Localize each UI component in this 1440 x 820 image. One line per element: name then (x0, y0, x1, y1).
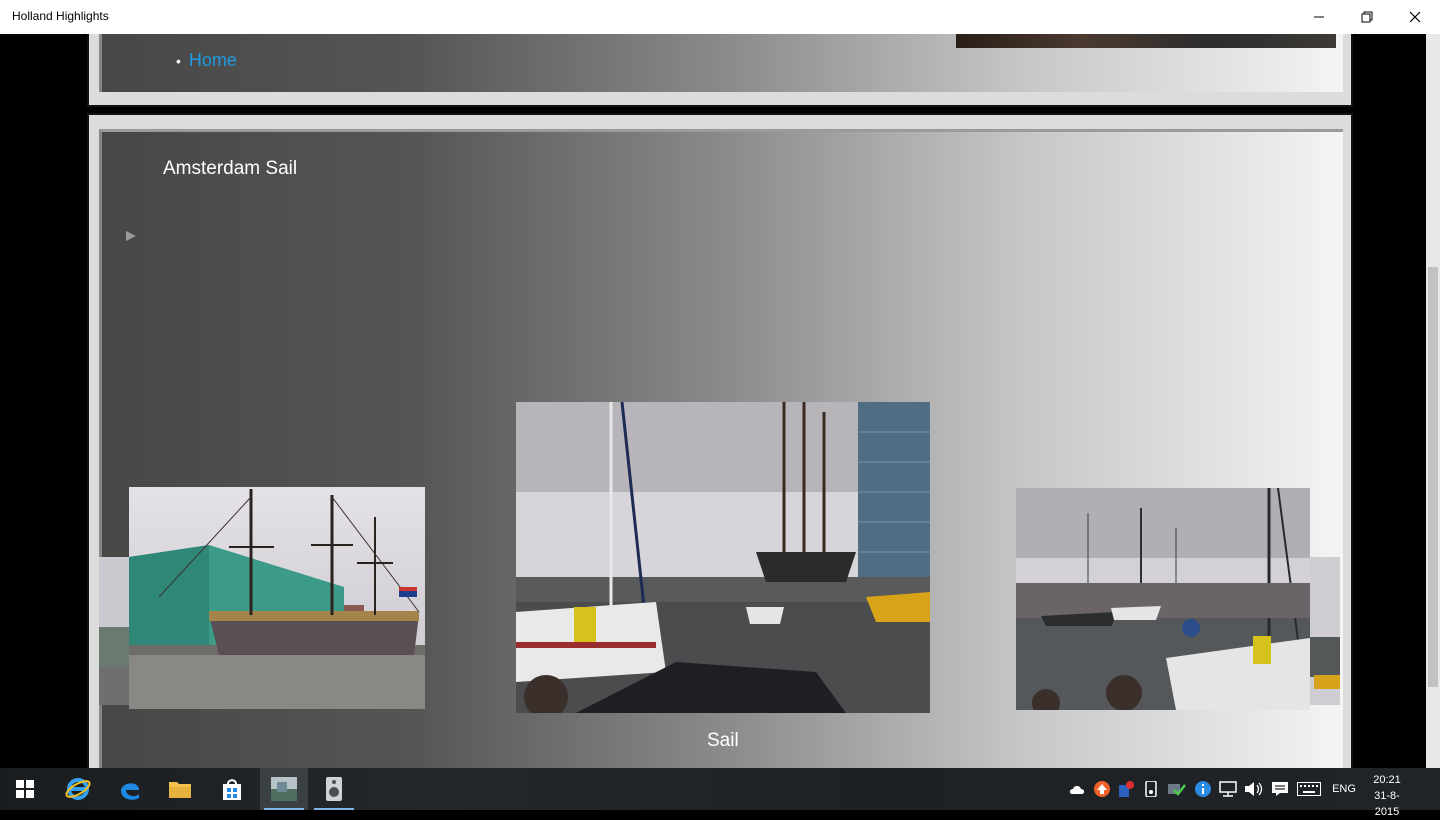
tray-security[interactable] (1115, 768, 1137, 810)
tray-network[interactable] (1216, 768, 1240, 810)
taskbar-internet-explorer[interactable] (54, 768, 102, 810)
upload-arrow-icon (1094, 781, 1110, 797)
vertical-scrollbar[interactable] (1426, 34, 1440, 768)
gallery-section: Amsterdam Sail Sail (87, 113, 1353, 768)
app-content: • Home Amsterdam Sail Sail (0, 34, 1440, 768)
windows-logo-icon (16, 780, 34, 798)
keyboard-icon (1297, 782, 1321, 796)
nav-section: • Home (87, 34, 1353, 107)
play-icon[interactable] (124, 229, 138, 243)
tray-onedrive[interactable] (1066, 768, 1088, 810)
check-shield-icon (1168, 784, 1186, 796)
device-icon (1145, 781, 1157, 797)
tray-keyboard[interactable] (1295, 768, 1323, 810)
close-icon (1409, 11, 1421, 23)
taskbar-holland-highlights-app[interactable] (260, 768, 308, 810)
tray-action-center[interactable] (1268, 768, 1292, 810)
cloud-icon (1069, 786, 1085, 794)
taskbar-clock[interactable]: 20:21 31-8-2015 (1362, 772, 1412, 820)
tray-update[interactable] (1091, 768, 1113, 810)
notifications-icon (1272, 782, 1288, 796)
header-photo (956, 34, 1336, 48)
speaker-app-icon (326, 777, 342, 801)
start-button[interactable] (1, 768, 49, 810)
tray-info[interactable] (1192, 768, 1214, 810)
nav-panel: • Home (99, 34, 1343, 92)
security-alert-icon (1119, 781, 1134, 797)
info-icon (1195, 781, 1211, 797)
taskbar-store[interactable] (208, 768, 256, 810)
clock-time: 20:21 (1373, 774, 1401, 786)
tray-checkmark[interactable] (1166, 768, 1188, 810)
clock-date: 31-8-2015 (1374, 790, 1400, 818)
taskbar-speaker-app[interactable] (310, 768, 358, 810)
restore-button[interactable] (1343, 0, 1391, 34)
minimize-button[interactable] (1295, 0, 1343, 34)
taskbar-edge[interactable] (106, 768, 154, 810)
taskbar: ENG 20:21 31-8-2015 (0, 768, 1440, 818)
edge-icon (121, 783, 139, 800)
folder-icon (169, 782, 191, 798)
photo-caption: Sail (707, 730, 739, 751)
title-bar: Holland Highlights (0, 0, 1440, 34)
gallery-photo-far-right[interactable] (1310, 557, 1340, 705)
close-button[interactable] (1391, 0, 1439, 34)
gallery-photo-far-left[interactable] (99, 557, 129, 705)
scrollbar-thumb[interactable] (1428, 267, 1438, 687)
window-title: Holland Highlights (12, 9, 109, 23)
restore-icon (1361, 11, 1373, 23)
gallery-panel: Amsterdam Sail Sail (99, 129, 1343, 768)
home-link[interactable]: Home (189, 50, 237, 71)
photos-app-icon (271, 777, 297, 801)
network-icon (1219, 781, 1237, 797)
nav-item-home: • Home (176, 50, 237, 71)
gallery-photo-left[interactable] (129, 487, 425, 709)
page: • Home Amsterdam Sail Sail (87, 34, 1353, 768)
gallery-photo-right[interactable] (1016, 488, 1310, 710)
volume-icon (1245, 782, 1263, 796)
bullet-icon: • (176, 52, 181, 69)
gallery-photo-center[interactable] (516, 402, 930, 713)
tray-volume[interactable] (1242, 768, 1266, 810)
internet-explorer-icon (65, 778, 91, 800)
section-title: Amsterdam Sail (163, 158, 298, 179)
taskbar-file-explorer[interactable] (156, 768, 204, 810)
tray-device[interactable] (1140, 768, 1162, 810)
minimize-icon (1314, 16, 1324, 18)
tray-language[interactable]: ENG (1327, 768, 1361, 810)
store-bag-icon (223, 779, 241, 800)
